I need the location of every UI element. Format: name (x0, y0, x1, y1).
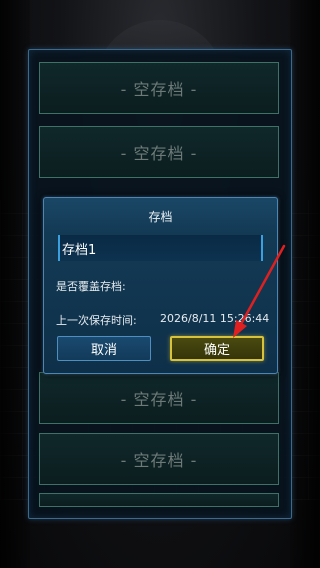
last-save-time-value: 2026/8/11 15:26:44 (160, 312, 270, 325)
last-save-time-label: 上一次保存时间: (56, 314, 137, 327)
overwrite-prompt: 是否覆盖存档: (56, 280, 126, 293)
save-slot-label: - 空存档 - (120, 390, 198, 409)
save-confirm-dialog: 存档 是否覆盖存档: 上一次保存时间: 2026/8/11 15:26:44 取… (43, 197, 278, 374)
background-shadow-left (0, 0, 30, 568)
confirm-button[interactable]: 确定 (170, 336, 264, 361)
save-slot-7-partial[interactable] (39, 493, 279, 507)
save-slot-5[interactable]: - 空存档 - (39, 372, 279, 424)
save-name-input[interactable] (58, 235, 263, 261)
save-slot-1[interactable]: - 空存档 - (39, 62, 279, 114)
save-slot-6[interactable]: - 空存档 - (39, 433, 279, 485)
save-slot-2[interactable]: - 空存档 - (39, 126, 279, 178)
dialog-title: 存档 (148, 210, 173, 224)
background-shadow-right (290, 0, 320, 568)
save-slot-label: - 空存档 - (120, 80, 198, 99)
game-screen: - 空存档 - - 空存档 - - 空存档 - - 空存档 - 存档 是否覆盖存… (0, 0, 320, 568)
save-slot-label: - 空存档 - (120, 144, 198, 163)
cancel-button[interactable]: 取消 (57, 336, 151, 361)
save-slot-label: - 空存档 - (120, 451, 198, 470)
